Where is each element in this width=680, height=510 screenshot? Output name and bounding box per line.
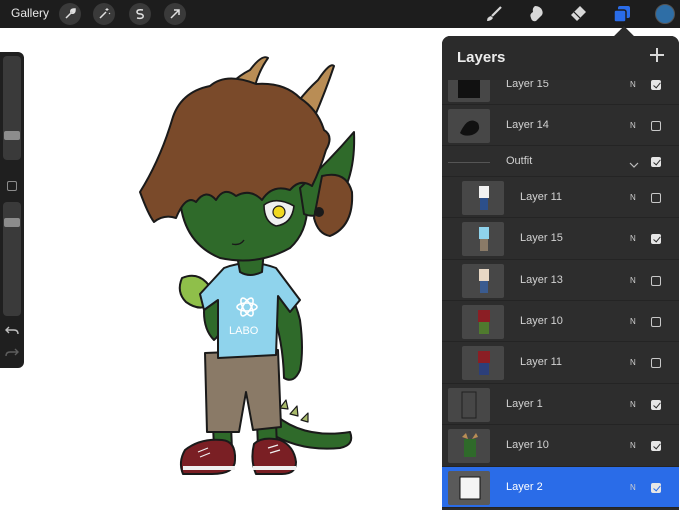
color-picker-button[interactable] — [655, 4, 675, 24]
layers-panel: Layers Layer 15 N Layer 14 N Outfit Layer 11 N… — [442, 36, 679, 510]
layers-panel-header: Layers — [442, 36, 679, 80]
layer-name: Layer 10 — [520, 315, 563, 327]
layer-name: Layer 2 — [506, 481, 543, 493]
layer-row[interactable]: Layer 1 N — [442, 384, 679, 425]
layer-name: Layer 10 — [506, 439, 549, 451]
chevron-down-icon[interactable] — [629, 157, 639, 168]
layer-row[interactable]: Layer 11 N — [442, 342, 679, 384]
layer-name: Layer 14 — [506, 119, 549, 131]
layer-row[interactable]: Layer 10 N — [442, 425, 679, 467]
layer-visibility-checkbox[interactable] — [651, 441, 661, 451]
blend-mode-button[interactable]: N — [630, 358, 636, 367]
layer-thumbnail — [462, 264, 504, 298]
selection-icon[interactable] — [129, 3, 151, 25]
layer-visibility-checkbox[interactable] — [651, 483, 661, 493]
layer-visibility-checkbox[interactable] — [651, 317, 661, 327]
top-toolbar: Gallery — [0, 0, 680, 28]
opacity-slider[interactable] — [3, 202, 21, 316]
layer-thumbnail — [448, 109, 490, 143]
layer-thumbnail — [462, 222, 504, 256]
layer-group-row[interactable]: Outfit — [442, 146, 679, 177]
layer-row[interactable]: Layer 11 N — [442, 177, 679, 218]
blend-mode-button[interactable]: N — [630, 483, 636, 492]
layer-row[interactable]: Layer 13 N — [442, 260, 679, 301]
layer-visibility-checkbox[interactable] — [651, 358, 661, 368]
layer-thumbnail — [448, 388, 490, 422]
layer-thumbnail — [462, 181, 504, 215]
group-divider — [448, 162, 490, 163]
layer-visibility-checkbox[interactable] — [651, 276, 661, 286]
layer-row[interactable]: Layer 15 N — [442, 218, 679, 260]
opacity-thumb[interactable] — [4, 218, 20, 227]
left-sidebar — [0, 52, 24, 368]
layer-name: Layer 13 — [520, 274, 563, 286]
layer-name: Layer 15 — [520, 232, 563, 244]
modify-button[interactable] — [7, 181, 17, 191]
shirt-text: LABO — [229, 325, 259, 337]
undo-icon[interactable] — [5, 324, 19, 336]
procreate-app: LABO Gallery Layers Layer 15 N Layer 14 … — [0, 0, 680, 510]
layer-visibility-checkbox[interactable] — [651, 193, 661, 203]
transform-arrow-icon[interactable] — [164, 3, 186, 25]
layer-visibility-checkbox[interactable] — [651, 157, 661, 167]
layer-name: Layer 1 — [506, 398, 543, 410]
layer-name: Layer 11 — [520, 356, 562, 368]
add-layer-button[interactable] — [649, 47, 665, 63]
layer-thumbnail — [462, 305, 504, 339]
group-name: Outfit — [506, 155, 533, 167]
smudge-icon[interactable] — [526, 4, 546, 24]
redo-icon[interactable] — [5, 346, 19, 358]
blend-mode-button[interactable]: N — [630, 400, 636, 409]
blend-mode-button[interactable]: N — [630, 121, 636, 130]
blend-mode-button[interactable]: N — [630, 441, 636, 450]
blend-mode-button[interactable]: N — [630, 80, 636, 89]
layers-icon[interactable] — [612, 4, 632, 24]
layer-row[interactable]: Layer 14 N — [442, 105, 679, 146]
layer-visibility-checkbox[interactable] — [651, 400, 661, 410]
layer-thumbnail — [448, 429, 490, 463]
blend-mode-button[interactable]: N — [630, 317, 636, 326]
layer-visibility-checkbox[interactable] — [651, 121, 661, 131]
layer-thumbnail — [448, 471, 490, 505]
brush-size-slider[interactable] — [3, 56, 21, 160]
blend-mode-button[interactable]: N — [630, 276, 636, 285]
layer-thumbnail — [462, 346, 504, 380]
wrench-icon[interactable] — [59, 3, 81, 25]
gallery-button[interactable]: Gallery — [11, 6, 49, 20]
layer-row[interactable]: Layer 2 N — [442, 467, 679, 508]
layer-visibility-checkbox[interactable] — [651, 80, 661, 90]
layer-name: Layer 11 — [520, 191, 562, 203]
brush-size-thumb[interactable] — [4, 131, 20, 140]
eraser-icon[interactable] — [568, 4, 588, 24]
blend-mode-button[interactable]: N — [630, 193, 636, 202]
layers-panel-title: Layers — [457, 49, 506, 66]
layer-row[interactable]: Layer 10 N — [442, 301, 679, 342]
magic-wand-icon[interactable] — [93, 3, 115, 25]
brush-icon[interactable] — [484, 4, 504, 24]
layer-visibility-checkbox[interactable] — [651, 234, 661, 244]
blend-mode-button[interactable]: N — [630, 234, 636, 243]
